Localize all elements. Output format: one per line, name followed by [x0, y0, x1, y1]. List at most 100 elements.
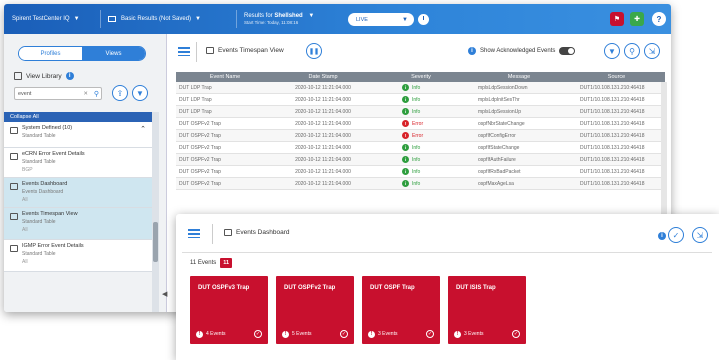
chevron-up-icon[interactable]: ⌃ [140, 125, 146, 133]
dashboard-title-text: Events Dashboard [236, 229, 290, 236]
export-button[interactable]: ⇲ [692, 227, 708, 243]
export-button[interactable]: ⇲ [644, 43, 660, 59]
list-item[interactable]: IGMP Error Event Details Standard Table … [4, 240, 152, 272]
cell-message: ospfIfConfigError [478, 132, 516, 139]
table-row[interactable]: DUT OSPFv2 Trap 2020-10-12 11:21:04.000! E… [176, 118, 665, 130]
chevron-left-icon[interactable]: ◀ [162, 290, 167, 298]
info-icon[interactable]: i [65, 72, 74, 80]
item-title: Events Dashboard [22, 181, 68, 187]
table-icon [10, 213, 18, 220]
filter-button[interactable]: ▼ [132, 85, 148, 101]
cell-severity: i Info [372, 82, 470, 93]
cell-date-stamp: 2020-10-12 11:21:04.000 [295, 144, 351, 151]
cell-source: DUT1/10.108.131.210:46418 [580, 84, 645, 91]
menu-icon[interactable] [188, 229, 200, 238]
check-icon[interactable]: ✓ [512, 330, 520, 338]
info-icon: i [402, 84, 409, 91]
search-input[interactable]: event ✕ ⚲ [14, 87, 102, 100]
toggle-switch[interactable] [559, 47, 576, 55]
cell-message: ospfIfAuthFailure [478, 156, 516, 163]
list-item[interactable]: System Defined (10) Standard Table ⌃ [4, 122, 152, 148]
clear-icon[interactable]: ✕ [83, 91, 88, 97]
severity-text: Info [412, 180, 421, 187]
col-header-severity[interactable]: Severity [372, 72, 470, 82]
cell-source: DUT1/10.108.131.210:46418 [580, 168, 645, 175]
check-icon[interactable]: ✓ [254, 330, 262, 338]
col-header-source[interactable]: Source [568, 72, 665, 82]
table-row[interactable]: DUT OSPFv2 Trap 2020-10-12 11:21:04.000! E… [176, 130, 665, 142]
cell-severity: i Info [372, 178, 470, 189]
tab-profiles[interactable]: Profiles [19, 47, 82, 60]
table-row[interactable]: DUT LDP Trap 2020-10-12 11:21:04.000 i Info… [176, 106, 665, 118]
table-row[interactable]: DUT OSPFv2 Trap 2020-10-12 11:21:04.000 i I… [176, 178, 665, 190]
collapse-all-button[interactable]: Collapse All [4, 112, 152, 122]
results-selector[interactable]: Results for Shellshed ▼ Start Time: Toda… [244, 4, 314, 34]
cell-date-stamp: 2020-10-12 11:21:04.000 [295, 156, 351, 163]
clock-icon[interactable] [418, 14, 429, 25]
cell-event-name: DUT LDP Trap [179, 84, 212, 91]
events-count: 11 Events 11 [190, 258, 233, 268]
info-icon: i [402, 144, 409, 151]
check-icon[interactable]: ✓ [426, 330, 434, 338]
cell-severity: i Info [372, 94, 470, 105]
list-item[interactable]: Events Timespan View Standard Table All [4, 208, 152, 240]
col-header-date-stamp[interactable]: Date Stamp [274, 72, 372, 82]
acknowledge-button[interactable]: ✓ [668, 227, 684, 243]
alert-icon[interactable]: ⚑ [610, 12, 624, 26]
table-row[interactable]: DUT OSPFv2 Trap 2020-10-12 11:21:04.000 i I… [176, 166, 665, 178]
error-icon: ! [402, 120, 409, 127]
scrollbar[interactable] [152, 112, 159, 312]
view-toolbar: Events Timespan View ❚❚ i Show Acknowled… [172, 42, 671, 62]
live-selector[interactable]: LIVE ▼ [348, 13, 414, 26]
dashboard-name: Basic Results (Not Saved) [121, 16, 192, 22]
pause-button[interactable]: ❚❚ [306, 43, 322, 59]
table-row[interactable]: DUT OSPFv2 Trap 2020-10-12 11:21:04.000 i I… [176, 142, 665, 154]
filter-button[interactable]: ▼ [604, 43, 620, 59]
tile-name: DUT OSPFv3 Trap [198, 285, 250, 291]
table-row[interactable]: DUT LDP Trap 2020-10-12 11:21:04.000 i Info… [176, 94, 665, 106]
menu-icon[interactable] [178, 47, 190, 56]
severity-text: Info [412, 108, 421, 115]
error-icon: ! [196, 330, 203, 338]
info-icon: i [402, 96, 409, 103]
table-row[interactable]: DUT LDP Trap 2020-10-12 11:21:04.000 i Info… [176, 82, 665, 94]
results-for-label: Results for [244, 13, 273, 19]
chevron-down-icon: ▼ [402, 16, 408, 23]
info-icon[interactable]: i [468, 47, 476, 55]
info-icon[interactable]: i [658, 232, 666, 240]
event-tile[interactable]: DUT OSPFv2 Trap! 5 Events ✓ [276, 276, 354, 344]
top-bar: Spirent TestCenter IQ ▼ Basic Results (N… [4, 4, 671, 34]
list-item[interactable]: eCRN Error Event Details Standard Table … [4, 148, 152, 178]
folder-icon [10, 127, 18, 134]
view-library-header: View Library i [14, 72, 74, 80]
item-title: IGMP Error Event Details [22, 243, 84, 249]
event-tile[interactable]: DUT OSPFv3 Trap! 4 Events ✓ [190, 276, 268, 344]
help-icon[interactable]: ? [652, 12, 666, 26]
show-ack-toggle[interactable]: i Show Acknowledged Events [468, 47, 576, 55]
cell-severity: i Info [372, 166, 470, 177]
tile-footer: ! 3 Events ✓ [368, 330, 434, 338]
app-selector[interactable]: Spirent TestCenter IQ ▼ [12, 4, 80, 34]
event-tile[interactable]: DUT ISIS Trap! 3 Events ✓ [448, 276, 526, 344]
cell-message: ospfIfRxBadPacket [478, 168, 521, 175]
event-tile[interactable]: DUT OSPF Trap! 3 Events ✓ [362, 276, 440, 344]
check-icon[interactable]: ✓ [340, 330, 348, 338]
table-row[interactable]: DUT OSPFv2 Trap 2020-10-12 11:21:04.000 i I… [176, 154, 665, 166]
cell-event-name: DUT OSPFv2 Trap [179, 168, 221, 175]
col-header-message[interactable]: Message [470, 72, 568, 82]
col-header-event-name[interactable]: Event Name [176, 72, 274, 82]
status-icon[interactable]: ✚ [630, 12, 644, 26]
upload-button[interactable]: ⇪ [112, 85, 128, 101]
severity-text: Info [412, 96, 421, 103]
cell-message: mplsLdpSessionUp [478, 108, 522, 115]
cell-event-name: DUT OSPFv2 Trap [179, 156, 221, 163]
tab-views[interactable]: Views [82, 47, 145, 60]
error-icon: ! [402, 132, 409, 139]
cell-message: mplsLdpSessionDown [478, 84, 528, 91]
search-button[interactable]: ⚲ [624, 43, 640, 59]
dashboard-selector[interactable]: Basic Results (Not Saved) ▼ [108, 4, 201, 34]
cell-event-name: DUT OSPFv2 Trap [179, 144, 221, 151]
search-icon[interactable]: ⚲ [94, 90, 99, 98]
info-icon: i [402, 108, 409, 115]
list-item[interactable]: Events Dashboard Events Dashboard All [4, 178, 152, 208]
